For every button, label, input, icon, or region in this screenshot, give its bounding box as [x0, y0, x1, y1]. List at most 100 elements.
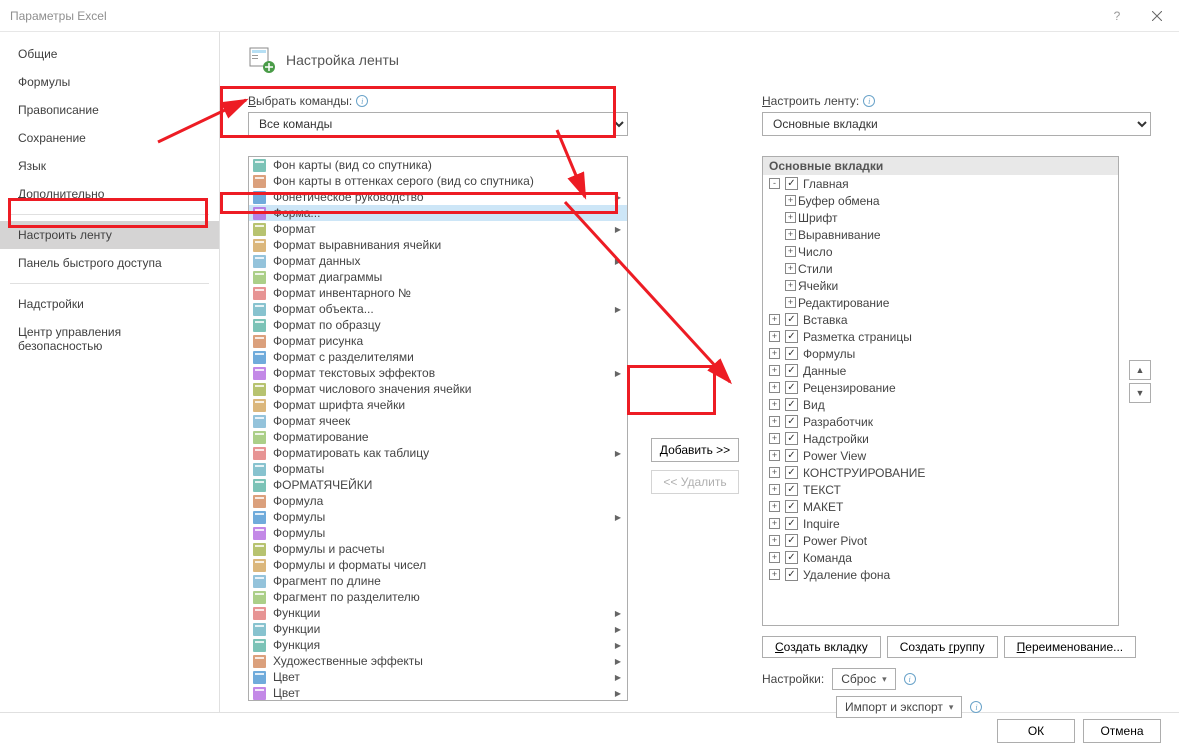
command-item[interactable]: Формулы▶ — [249, 509, 627, 525]
info-icon[interactable]: i — [356, 95, 368, 107]
tree-item[interactable]: +Шрифт — [763, 209, 1118, 226]
tree-item[interactable]: +Буфер обмена — [763, 192, 1118, 209]
tree-item[interactable]: +Разметка страницы — [763, 328, 1118, 345]
new-group-button[interactable]: Создать группу — [887, 636, 998, 658]
sidebar-item[interactable]: Правописание — [0, 96, 219, 124]
tree-item[interactable]: +Выравнивание — [763, 226, 1118, 243]
close-button[interactable] — [1137, 1, 1177, 31]
command-item[interactable]: Формат числового значения ячейки — [249, 381, 627, 397]
command-item[interactable]: Цвет▶ — [249, 685, 627, 701]
command-item[interactable]: Формула — [249, 493, 627, 509]
expand-icon[interactable]: + — [769, 450, 780, 461]
command-item[interactable]: Фонетическое руководство▶ — [249, 189, 627, 205]
import-export-dropdown[interactable]: Импорт и экспорт — [836, 696, 962, 718]
commands-listbox[interactable]: Фон карты (вид со спутника)Фон карты в о… — [248, 156, 628, 701]
expand-icon[interactable]: + — [769, 399, 780, 410]
command-item[interactable]: Формат▶ — [249, 221, 627, 237]
collapse-icon[interactable]: - — [769, 178, 780, 189]
checkbox[interactable] — [785, 313, 798, 326]
expand-icon[interactable]: + — [769, 552, 780, 563]
sidebar-item[interactable]: Центр управления безопасностью — [0, 318, 219, 360]
ribbon-target-select[interactable]: Основные вкладки — [762, 112, 1151, 136]
tree-item[interactable]: +Разработчик — [763, 413, 1118, 430]
tree-item[interactable]: +Редактирование — [763, 294, 1118, 311]
move-up-button[interactable]: ▲ — [1129, 360, 1151, 380]
tree-item[interactable]: +Данные — [763, 362, 1118, 379]
expand-icon[interactable]: + — [769, 348, 780, 359]
expand-icon[interactable]: + — [769, 501, 780, 512]
command-item[interactable]: Формат текстовых эффектов▶ — [249, 365, 627, 381]
reset-dropdown[interactable]: Сброс — [832, 668, 895, 690]
checkbox[interactable] — [785, 398, 798, 411]
expand-icon[interactable]: + — [769, 569, 780, 580]
sidebar-item[interactable]: Язык — [0, 152, 219, 180]
expand-icon[interactable]: + — [769, 433, 780, 444]
command-item[interactable]: Форма... — [249, 205, 627, 221]
command-item[interactable]: Формат ячеек — [249, 413, 627, 429]
tree-item[interactable]: +Число — [763, 243, 1118, 260]
command-item[interactable]: Цвет▶ — [249, 669, 627, 685]
command-item[interactable]: Формат выравнивания ячейки — [249, 237, 627, 253]
checkbox[interactable] — [785, 466, 798, 479]
command-item[interactable]: Формат рисунка — [249, 333, 627, 349]
checkbox[interactable] — [785, 330, 798, 343]
command-item[interactable]: Формат диаграммы — [249, 269, 627, 285]
tree-item[interactable]: +МАКЕТ — [763, 498, 1118, 515]
expand-icon[interactable]: + — [769, 518, 780, 529]
cancel-button[interactable]: Отмена — [1083, 719, 1161, 743]
expand-icon[interactable]: + — [785, 212, 796, 223]
tree-item[interactable]: +Power Pivot — [763, 532, 1118, 549]
checkbox[interactable] — [785, 534, 798, 547]
checkbox[interactable] — [785, 347, 798, 360]
checkbox[interactable] — [785, 500, 798, 513]
checkbox[interactable] — [785, 551, 798, 564]
command-item[interactable]: Функции▶ — [249, 621, 627, 637]
checkbox[interactable] — [785, 483, 798, 496]
command-item[interactable]: Формулы — [249, 525, 627, 541]
checkbox[interactable] — [785, 449, 798, 462]
command-item[interactable]: Формат шрифта ячейки — [249, 397, 627, 413]
expand-icon[interactable]: + — [785, 229, 796, 240]
checkbox[interactable] — [785, 381, 798, 394]
command-item[interactable]: Фон карты в оттенках серого (вид со спут… — [249, 173, 627, 189]
expand-icon[interactable]: + — [769, 467, 780, 478]
tree-item[interactable]: +Вид — [763, 396, 1118, 413]
expand-icon[interactable]: + — [785, 246, 796, 257]
command-item[interactable]: Фон карты (вид со спутника) — [249, 157, 627, 173]
tree-item[interactable]: -Главная — [763, 175, 1118, 192]
expand-icon[interactable]: + — [769, 365, 780, 376]
command-item[interactable]: Формат инвентарного № — [249, 285, 627, 301]
expand-icon[interactable]: + — [785, 263, 796, 274]
tree-item[interactable]: +Power View — [763, 447, 1118, 464]
tree-item[interactable]: +Формулы — [763, 345, 1118, 362]
command-item[interactable]: Формат объекта...▶ — [249, 301, 627, 317]
move-down-button[interactable]: ▼ — [1129, 383, 1151, 403]
command-item[interactable]: Функция▶ — [249, 637, 627, 653]
command-item[interactable]: Формат по образцу — [249, 317, 627, 333]
checkbox[interactable] — [785, 177, 798, 190]
command-item[interactable]: Художественные эффекты▶ — [249, 653, 627, 669]
new-tab-button[interactable]: Создать вкладку — [762, 636, 881, 658]
sidebar-item[interactable]: Общие — [0, 40, 219, 68]
command-item[interactable]: Формулы и расчеты — [249, 541, 627, 557]
command-item[interactable]: Форматы — [249, 461, 627, 477]
command-item[interactable]: Формат с разделителями — [249, 349, 627, 365]
checkbox[interactable] — [785, 364, 798, 377]
sidebar-item[interactable]: Надстройки — [0, 290, 219, 318]
sidebar-item[interactable]: Настроить ленту — [0, 221, 219, 249]
sidebar-item[interactable]: Дополнительно — [0, 180, 219, 208]
help-button[interactable]: ? — [1097, 1, 1137, 31]
expand-icon[interactable]: + — [769, 535, 780, 546]
command-item[interactable]: Фрагмент по разделителю — [249, 589, 627, 605]
command-item[interactable]: Формат данных▶ — [249, 253, 627, 269]
checkbox[interactable] — [785, 432, 798, 445]
command-item[interactable]: Форматирование — [249, 429, 627, 445]
tree-item[interactable]: +Надстройки — [763, 430, 1118, 447]
tree-item[interactable]: +Рецензирование — [763, 379, 1118, 396]
tree-item[interactable]: +Стили — [763, 260, 1118, 277]
expand-icon[interactable]: + — [769, 314, 780, 325]
expand-icon[interactable]: + — [769, 382, 780, 393]
sidebar-item[interactable]: Сохранение — [0, 124, 219, 152]
command-item[interactable]: Форматировать как таблицу▶ — [249, 445, 627, 461]
expand-icon[interactable]: + — [769, 331, 780, 342]
